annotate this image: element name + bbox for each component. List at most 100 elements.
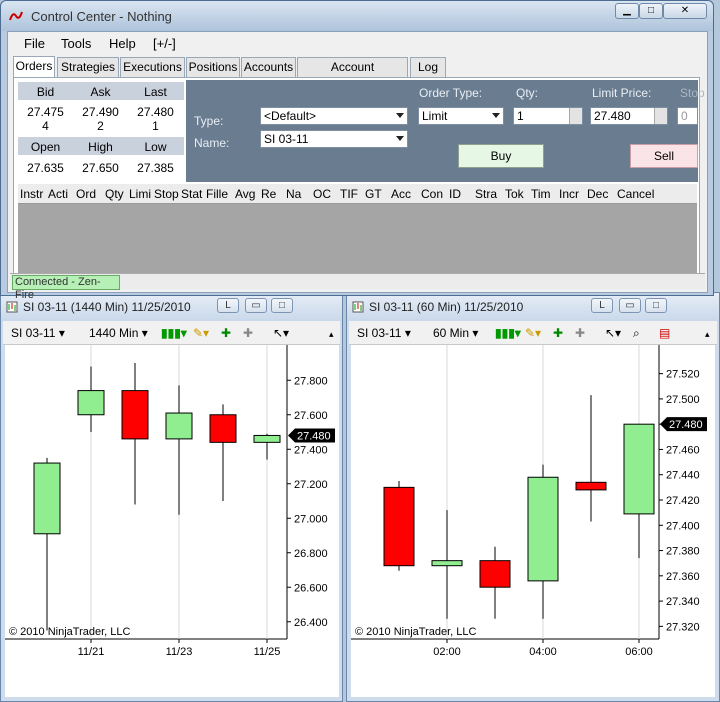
grid-column-header[interactable]: Re (261, 187, 276, 201)
add-indicator-icon[interactable]: ✚ (221, 326, 231, 340)
menu-help[interactable]: Help (109, 36, 136, 51)
grid-column-header[interactable]: Acc (391, 187, 411, 201)
spinner-arrows-icon[interactable] (654, 108, 667, 124)
y-tick-label: 26.800 (294, 548, 328, 560)
sell-button[interactable]: Sell (630, 144, 698, 168)
tab-orders[interactable]: Orders (13, 56, 55, 77)
candle-body (209, 414, 237, 443)
minimize-button[interactable]: ▭ (245, 298, 267, 313)
grid-column-header[interactable]: Na (286, 187, 301, 201)
limit-price-input[interactable]: 27.480 (590, 107, 668, 125)
tab-log[interactable]: Log (410, 57, 446, 77)
window-title: Control Center - Nothing (31, 9, 172, 24)
tab-strategies[interactable]: Strategies (57, 57, 119, 77)
chart-title-bar[interactable]: SI 03-11 (60 Min) 11/25/2010 L ▭ □ (347, 293, 719, 321)
strategy-icon[interactable]: ✚ (575, 326, 585, 340)
interval-selector[interactable]: 1440 Min ▾ (89, 326, 148, 340)
link-button[interactable]: L (591, 298, 613, 313)
chart-app-icon (6, 301, 18, 313)
grid-column-header[interactable]: Acti (48, 187, 68, 201)
interval-selector[interactable]: 60 Min ▾ (433, 326, 478, 340)
copyright-text: © 2010 NinjaTrader, LLC (9, 626, 130, 638)
bar-type-icon[interactable]: ▮▮▮▾ (495, 326, 521, 340)
grid-column-header[interactable]: Fille (206, 187, 228, 201)
grid-column-header[interactable]: ID (449, 187, 461, 201)
grid-column-header[interactable]: TIF (340, 187, 358, 201)
y-tick-label: 26.600 (294, 582, 328, 594)
grid-column-header[interactable]: Stra (475, 187, 497, 201)
scroll-up-icon[interactable]: ▴ (705, 329, 710, 340)
grid-column-header[interactable]: Limi (129, 187, 151, 201)
connection-status: Connected - Zen-Fire (12, 275, 120, 301)
instrument-selector[interactable]: SI 03-11 ▾ (11, 326, 65, 340)
stop-price-input[interactable]: 0 (677, 107, 698, 125)
chart-title-bar[interactable]: SI 03-11 (1440 Min) 11/25/2010 L ▭ □ (1, 293, 342, 321)
grid-column-header[interactable]: OC (313, 187, 331, 201)
grid-column-header[interactable]: Stat (181, 187, 202, 201)
candle-body (77, 390, 105, 416)
order-type-select[interactable]: Limit (418, 107, 504, 125)
x-tick-label: 11/21 (78, 646, 105, 658)
chart-plot-1440[interactable]: 11/21 11/23 11/25 27.800 27.600 27.400 27.200 2… (5, 345, 339, 697)
zoom-icon[interactable]: ⌕ (633, 326, 640, 341)
grid-column-header[interactable]: Incr (559, 187, 579, 201)
buy-button[interactable]: Buy (458, 144, 544, 168)
ask-label: Ask (90, 85, 111, 99)
instrument-selector[interactable]: SI 03-11 ▾ (357, 326, 411, 340)
quote-box: Bid Ask Last 27.475 27.490 27.480 4 2 1 … (18, 82, 184, 182)
strategy-icon[interactable]: ✚ (243, 326, 253, 340)
menu-expand[interactable]: [+/-] (153, 36, 176, 51)
grid-column-header[interactable]: Avg (235, 187, 255, 201)
type-select[interactable]: <Default> (260, 107, 408, 125)
pencil-icon[interactable]: ✎▾ (525, 326, 541, 340)
name-select[interactable]: SI 03-11 (260, 130, 408, 148)
tab-positions[interactable]: Positions (186, 57, 240, 77)
grid-column-header[interactable]: Tok (505, 187, 524, 201)
title-bar[interactable]: Control Center - Nothing ▁ □ ✕ (1, 1, 713, 31)
link-button[interactable]: L (217, 298, 239, 313)
y-tick-label: 27.400 (294, 444, 328, 456)
minimize-button[interactable]: ▁ (615, 3, 639, 19)
spinner-arrows-icon[interactable] (569, 108, 582, 124)
y-tick-label: 27.600 (294, 410, 328, 422)
tab-executions[interactable]: Executions (120, 57, 185, 77)
maximize-button[interactable]: □ (645, 298, 667, 313)
qty-input[interactable]: 1 (513, 107, 583, 125)
grid-column-header[interactable]: Dec (587, 187, 608, 201)
menu-file[interactable]: File (24, 36, 45, 51)
low-value: 27.385 (137, 161, 174, 175)
candle-body (121, 390, 149, 440)
grid-column-header[interactable]: Instr (20, 187, 43, 201)
chart-toolbar: SI 03-11 ▾ 1440 Min ▾ ▮▮▮▾ ✎▾ ✚ ✚ ↖▾ ▴ (3, 321, 340, 345)
menu-tools[interactable]: Tools (61, 36, 91, 51)
orders-grid[interactable]: Instr Acti Ord Qty Limi Stop Stat Fille Avg Re Na O… (18, 184, 697, 278)
grid-column-header[interactable]: Ord (76, 187, 96, 201)
properties-icon[interactable]: ▤ (659, 326, 670, 340)
maximize-button[interactable]: □ (271, 298, 293, 313)
grid-column-header[interactable]: Tim (531, 187, 551, 201)
tab-account-performance[interactable]: Account Performance (297, 57, 408, 92)
bar-type-icon[interactable]: ▮▮▮▾ (161, 326, 187, 340)
stop-price-label: Stop (680, 86, 705, 100)
grid-column-header[interactable]: Con (421, 187, 443, 201)
chart-plot-60[interactable]: 02:00 04:00 06:00 27.520 27.500 27.480 27.460 2… (351, 345, 715, 697)
grid-column-header[interactable]: Cancel (617, 187, 654, 201)
grid-column-header[interactable]: Stop (154, 187, 179, 201)
chevron-down-icon (396, 136, 404, 141)
chart-toolbar: SI 03-11 ▾ 60 Min ▾ ▮▮▮▾ ✎▾ ✚ ✚ ↖▾ ⌕ ▤ ▴ (349, 321, 717, 345)
x-tick-label: 04:00 (529, 646, 557, 658)
close-button[interactable]: ✕ (663, 3, 707, 19)
maximize-button[interactable]: □ (639, 3, 663, 19)
add-indicator-icon[interactable]: ✚ (553, 326, 563, 340)
pointer-icon[interactable]: ↖▾ (605, 326, 621, 340)
y-tick-label: 27.520 (666, 369, 700, 381)
grid-column-header[interactable]: GT (365, 187, 382, 201)
minimize-button[interactable]: ▭ (619, 298, 641, 313)
x-tick-label: 06:00 (625, 646, 653, 658)
scroll-up-icon[interactable]: ▴ (329, 329, 334, 340)
pencil-icon[interactable]: ✎▾ (193, 326, 209, 340)
candlestick-chart-60: 02:00 04:00 06:00 27.520 27.500 27.480 27.460 2… (351, 345, 707, 658)
grid-column-header[interactable]: Qty (105, 187, 124, 201)
tab-accounts[interactable]: Accounts (241, 57, 296, 77)
pointer-icon[interactable]: ↖▾ (273, 326, 289, 340)
